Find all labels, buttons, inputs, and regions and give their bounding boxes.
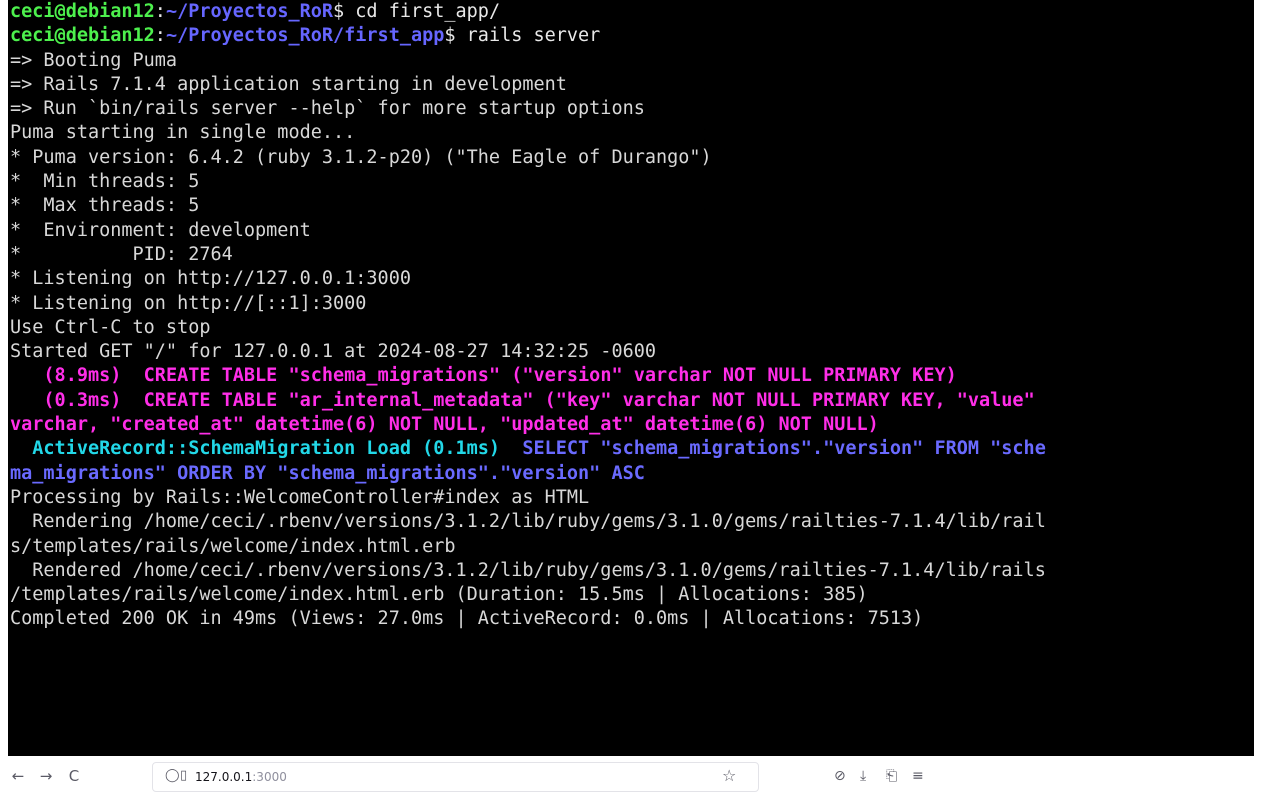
- url-port: :3000: [252, 770, 287, 784]
- page-info-icon[interactable]: ▯: [180, 768, 187, 784]
- reload-icon[interactable]: C: [64, 766, 84, 786]
- output-line: => Run `bin/rails server --help` for mor…: [10, 98, 645, 120]
- output-line: Processing by Rails::WelcomeController#i…: [10, 486, 590, 508]
- output-line: * Listening on http://[::1]:3000: [10, 292, 367, 314]
- output-line: Completed 200 OK in 49ms (Views: 27.0ms …: [10, 608, 924, 630]
- output-line: * PID: 2764: [10, 243, 233, 265]
- sql-query: CREATE TABLE "ar_internal_metadata" ("ke…: [121, 389, 1035, 411]
- tracking-protection-icon[interactable]: ◯: [165, 768, 180, 784]
- output-line: Puma starting in single mode...: [10, 122, 356, 144]
- output-line: => Rails 7.1.4 application starting in d…: [10, 73, 567, 95]
- sql-load-label: ActiveRecord::SchemaMigration Load (0.1m…: [10, 438, 501, 460]
- url-text[interactable]: 127.0.0.1:3000: [195, 769, 287, 785]
- prompt-path: ~/Proyectos_RoR: [165, 1, 334, 22]
- sql-log-line: (8.9ms) CREATE TABLE "schema_migrations"…: [10, 364, 1254, 388]
- output-line: * Max threads: 5: [10, 195, 200, 217]
- sql-log-line: (0.3ms) CREATE TABLE "ar_internal_metada…: [10, 389, 1254, 413]
- output-line: Use Ctrl-C to stop: [10, 316, 211, 338]
- prompt-command: rails server: [455, 25, 601, 47]
- url-host: 127.0.0.1: [195, 770, 253, 784]
- sql-log-continuation: ma_migrations" ORDER BY "schema_migratio…: [10, 462, 645, 484]
- sql-query: CREATE TABLE "schema_migrations" ("versi…: [121, 365, 957, 387]
- prompt-symbol: $: [333, 1, 345, 22]
- output-line: s/templates/rails/welcome/index.html.erb: [10, 535, 456, 557]
- url-bar[interactable]: ◯ ▯ 127.0.0.1:3000: [152, 762, 759, 792]
- prompt-user: ceci@debian12: [10, 25, 155, 47]
- sql-timing: (0.3ms): [10, 389, 122, 411]
- output-line: Rendered /home/ceci/.rbenv/versions/3.1.…: [10, 559, 1046, 581]
- sql-query: SELECT "schema_migrations"."version" FRO…: [500, 438, 1046, 460]
- output-line: Rendering /home/ceci/.rbenv/versions/3.1…: [10, 511, 1046, 533]
- output-line: Started GET "/" for 127.0.0.1 at 2024-08…: [10, 341, 657, 363]
- output-line: * Puma version: 6.4.2 (ruby 3.1.2-p20) (…: [10, 146, 712, 168]
- back-icon[interactable]: ←: [8, 766, 28, 786]
- prompt-user: ceci@debian12: [10, 1, 155, 22]
- pocket-icon[interactable]: ⊘: [834, 766, 846, 786]
- output-line: * Min threads: 5: [10, 171, 200, 193]
- sql-log-line: ActiveRecord::SchemaMigration Load (0.1m…: [10, 437, 1254, 461]
- output-line: * Environment: development: [10, 219, 311, 241]
- prompt-symbol: $: [444, 25, 456, 47]
- bookmark-star-icon[interactable]: ☆: [722, 766, 736, 786]
- output-line: /templates/rails/welcome/index.html.erb …: [10, 584, 868, 606]
- extensions-icon[interactable]: ⎗: [886, 766, 897, 786]
- sql-timing: (8.9ms): [10, 365, 122, 387]
- sql-log-continuation: varchar, "created_at" datetime(6) NOT NU…: [10, 414, 879, 436]
- menu-icon[interactable]: ≡: [912, 766, 924, 786]
- output-line: => Booting Puma: [10, 49, 178, 71]
- terminal-window[interactable]: ceci@debian12:~/Proyectos_RoR$ cd first_…: [8, 0, 1254, 756]
- download-icon[interactable]: ⤓: [860, 766, 866, 786]
- prompt-command: cd first_app/: [344, 1, 501, 22]
- prompt-line: ceci@debian12:~/Proyectos_RoR/first_app$…: [10, 25, 601, 47]
- output-line: * Listening on http://127.0.0.1:3000: [10, 268, 411, 290]
- forward-icon[interactable]: →: [36, 766, 56, 786]
- prompt-path: ~/Proyectos_RoR/first_app: [165, 25, 445, 47]
- prompt-line: ceci@debian12:~/Proyectos_RoR$ cd first_…: [10, 1, 501, 22]
- browser-toolbar: ← → C ◯ ▯ 127.0.0.1:3000 ☆ ⊘ ⤓ ⎗ ≡: [0, 756, 1261, 796]
- terminal-output: ceci@debian12:~/Proyectos_RoR$ cd first_…: [10, 0, 1254, 632]
